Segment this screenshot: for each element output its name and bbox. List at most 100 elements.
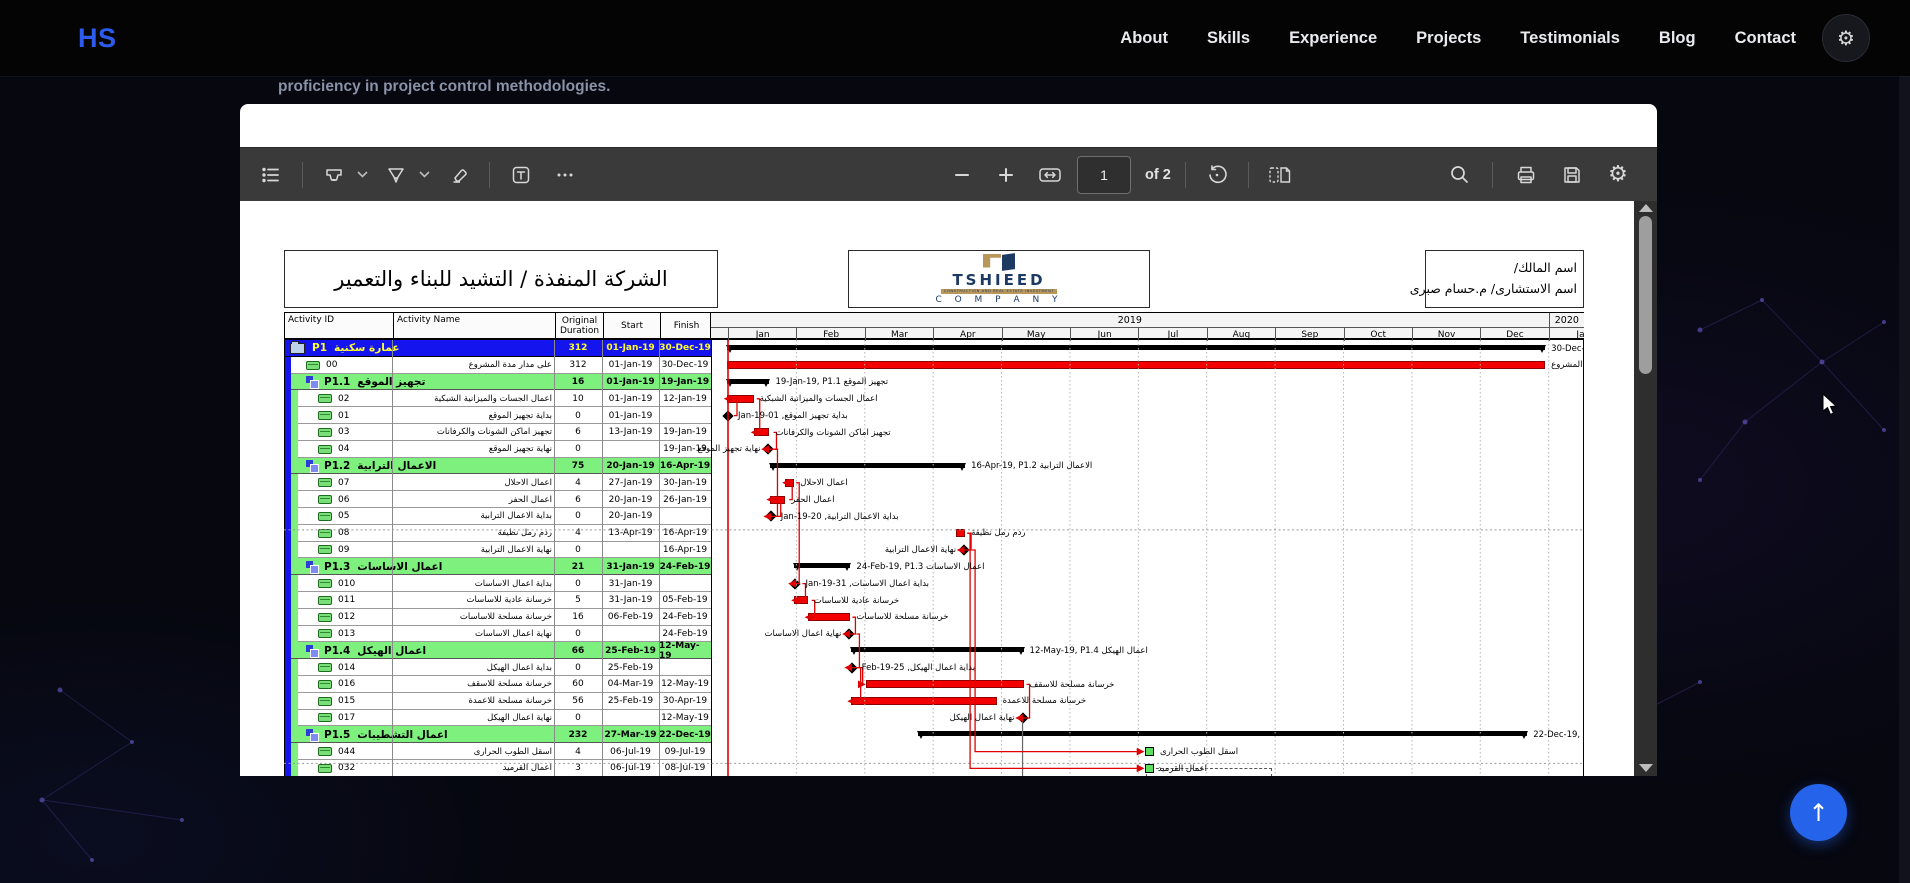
band-strip [291,626,298,643]
scroll-down-arrow-icon[interactable] [1639,764,1653,772]
viewer-settings-button[interactable]: ⚙ [1601,158,1635,192]
rotate-button[interactable] [1200,158,1234,192]
activity-name: على مدار مدة المشروع [394,357,552,374]
highlighter-options-button[interactable] [355,163,369,187]
summary-bar [918,731,1527,736]
table-row: 032اعمال القرميد306-Jul-1908-Jul-19اعمال… [284,760,1584,776]
gantt-bar-label: ة المشروع [1551,360,1584,370]
table-row: P1.2الاعمال الترابية7520-Jan-1916-Apr-19… [284,458,1584,475]
toolbar-divider [1492,162,1493,188]
value-cell: 01-Jan-19 [602,340,659,357]
milestone-diamond [846,662,857,673]
gantt-bar-label: تجهيز اماكن الشونات والكرفانات [775,428,890,438]
fit-width-icon [1038,165,1062,185]
owner-consultant-box: اسم المالك/ اسم الاستشارى/ م.حسام صبرى [1425,250,1584,308]
value-cell: 12-May-19 [659,710,711,727]
gantt-bar-label: بداية تجهيز الموقع, 01-Jan-19 [738,411,848,421]
value-cell: 27-Mar-19 [602,726,659,743]
pdf-viewer: الشركة المنفذة / التشيد للبناء والتعمير … [240,200,1657,776]
pdf-page: الشركة المنفذة / التشيد للبناء والتعمير … [240,200,1634,776]
value-cell: 30-Dec-19 [659,340,711,357]
owner-line: اسم المالك/ [1426,257,1577,278]
value-cell [602,626,659,643]
activity-id: P1.3 [324,561,350,573]
zoom-out-button[interactable] [945,158,979,192]
nav-link-blog[interactable]: Blog [1659,29,1696,48]
project-strip [284,474,291,491]
wbs-icon [306,460,317,471]
text-annotation-button[interactable] [504,158,538,192]
viewer-scrollbar[interactable] [1634,200,1657,776]
fit-width-button[interactable] [1033,158,1067,192]
band-strip [291,659,298,676]
activity-id-cell: 010 [318,575,355,592]
theme-settings-button[interactable]: ⚙ [1822,14,1870,62]
site-logo[interactable]: HS [78,23,117,54]
table-row: P1.5اعمال التشطيبات23227-Mar-1922-Dec-19… [284,726,1584,743]
activity-name: خرسانة عادية للاساسات [394,592,552,609]
toolbar-right-group: ⚙ [1442,158,1635,192]
value-cell: 10 [554,390,602,407]
nav-link-projects[interactable]: Projects [1416,29,1481,48]
table-of-contents-button[interactable] [254,158,288,192]
nav-link-contact[interactable]: Contact [1735,29,1796,48]
activity-bar-icon [318,663,332,672]
nav-link-about[interactable]: About [1120,29,1168,48]
viewer-scrollbar-thumb[interactable] [1639,216,1652,374]
value-cell: 12-May-19 [659,676,711,693]
zoom-in-button[interactable] [989,158,1023,192]
summary-bar [851,647,1024,652]
activity-id: P1.4 [324,645,350,657]
column-divider [554,340,555,776]
activity-id: P1 [312,342,327,354]
value-cell: 0 [554,542,602,559]
project-strip [284,743,291,760]
activity-name: بداية تجهيز الموقع [394,407,552,424]
more-tools-button[interactable] [548,158,582,192]
band-strip [291,441,298,458]
column-header: Finish [660,313,712,338]
pdf-toolbar: of 2 ⚙ [240,147,1657,201]
band-strip [291,424,298,441]
value-cell: 31-Jan-19 [602,558,659,575]
wbs-icon [306,645,317,656]
value-cell: 13-Apr-19 [602,525,659,542]
activity-name: عمارة سكنية [334,342,399,354]
scroll-up-arrow-icon[interactable] [1639,204,1653,212]
pen-options-button[interactable] [417,163,431,187]
value-cell: 4 [554,525,602,542]
save-button[interactable] [1555,158,1589,192]
gantt-bar-label: نهاية تجهيز الموقع [697,444,760,454]
activity-bar-icon [318,428,332,437]
print-button[interactable] [1509,158,1543,192]
value-cell: 16-Apr-19 [659,458,711,475]
table-row: 01بداية تجهيز الموقع001-Jan-19بداية تجهي… [284,407,1584,424]
highlighter-button[interactable] [317,158,351,192]
project-strip [284,659,291,676]
value-cell: 312 [554,340,602,357]
site-navbar: HS About Skills Experience Projects Testimon… [0,0,1910,76]
pen-button[interactable] [379,158,413,192]
value-cell: 16 [554,609,602,626]
value-cell: 4 [554,474,602,491]
activity-id: P1.2 [324,460,350,472]
milestone-diamond [765,511,776,522]
two-page-view-button[interactable] [1263,158,1297,192]
page-number-input[interactable] [1077,156,1131,194]
activity-id: 09 [338,545,349,555]
activity-name: اعمال الحفر [394,491,552,508]
activity-name: نهاية اعمال الاساسات [394,626,552,643]
project-strip [284,626,291,643]
search-button[interactable] [1442,158,1476,192]
search-icon [1449,164,1470,185]
activity-id: 06 [338,495,349,505]
band-label: P1.1تجهيز الموقع [306,374,425,391]
nav-link-experience[interactable]: Experience [1289,29,1377,48]
eraser-button[interactable] [441,158,475,192]
value-cell: 0 [554,441,602,458]
value-cell: 66 [554,642,602,659]
nav-link-skills[interactable]: Skills [1207,29,1250,48]
nav-link-testimonials[interactable]: Testimonials [1520,29,1620,48]
activity-id: 01 [338,411,349,421]
critical-bar [866,680,1023,688]
